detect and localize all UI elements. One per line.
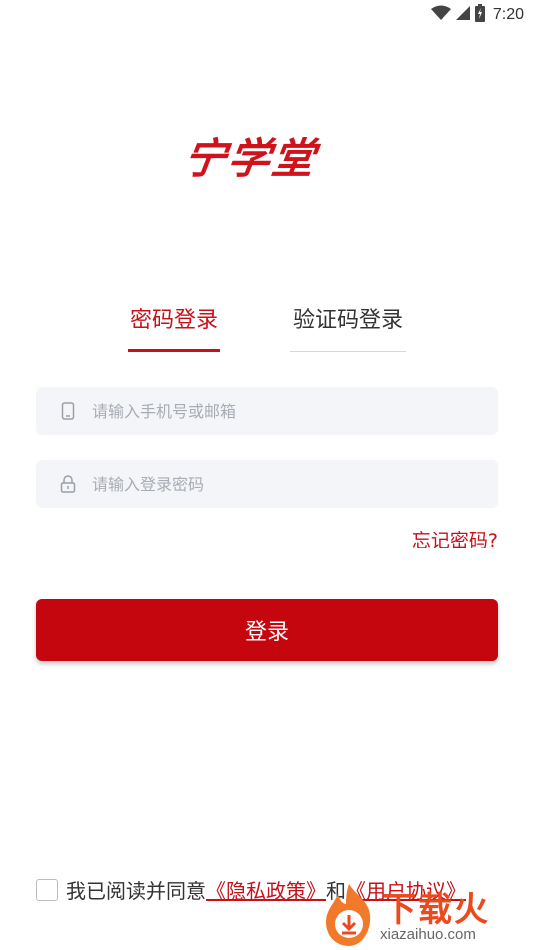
tab-code-login[interactable]: 验证码登录: [290, 306, 406, 352]
tab-password-login[interactable]: 密码登录: [128, 306, 220, 352]
watermark-title: 下载火: [382, 890, 490, 930]
logo-text: 宁学堂: [180, 134, 320, 183]
signal-icon: [455, 5, 471, 25]
tab-underline: [290, 351, 406, 352]
tab-code-login-label: 验证码登录: [292, 308, 403, 333]
password-field[interactable]: [36, 460, 498, 508]
battery-icon: [474, 4, 485, 26]
status-time: 7:20: [492, 6, 524, 23]
agreement-prefix: 我已阅读并同意: [66, 879, 206, 903]
watermark-site: xiazaihuo.com: [380, 926, 476, 943]
login-button[interactable]: 登录: [36, 599, 498, 661]
app-logo: 宁学堂: [181, 130, 350, 188]
password-input[interactable]: [92, 464, 472, 504]
privacy-policy-link[interactable]: 《隐私政策》: [206, 879, 326, 903]
agreement-checkbox[interactable]: [36, 879, 58, 901]
phone-icon: [58, 401, 78, 421]
status-icons: 7:20: [430, 4, 524, 26]
watermark: 下载火 xiazaihuo.com: [318, 880, 534, 950]
wifi-icon: [430, 5, 451, 25]
tab-password-login-label: 密码登录: [129, 308, 218, 333]
tab-active-underline: [128, 349, 220, 352]
forgot-password-link[interactable]: 忘记密码?: [384, 524, 498, 548]
phone-input[interactable]: [92, 391, 472, 431]
status-bar: 7:20: [0, 0, 534, 28]
phone-field[interactable]: [36, 387, 498, 435]
lock-icon: [58, 474, 78, 494]
